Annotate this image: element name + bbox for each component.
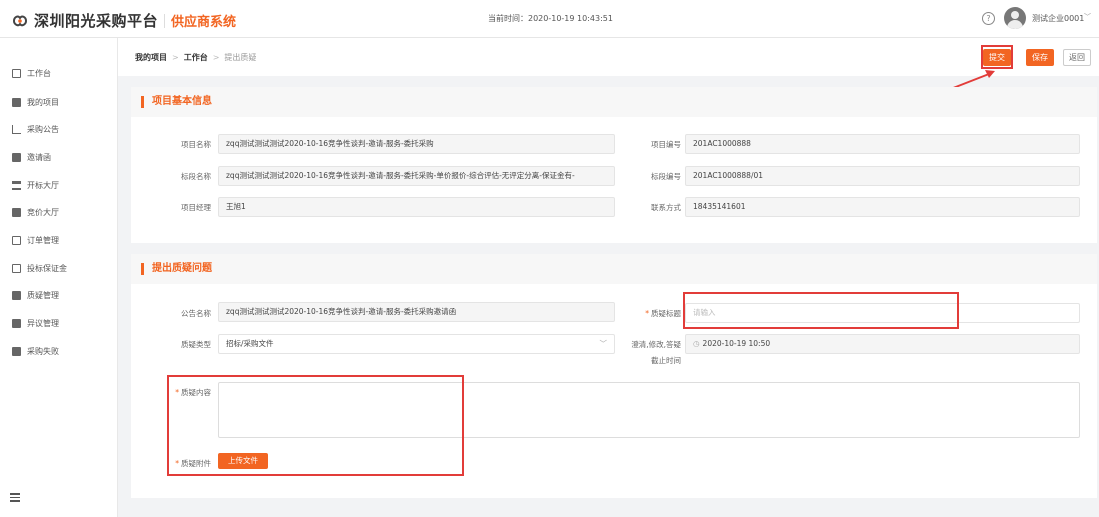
username[interactable]: 测试企业0001 bbox=[1032, 13, 1084, 24]
menu-collapse-icon[interactable] bbox=[10, 493, 20, 503]
sidebar-item-workbench[interactable]: 工作台 bbox=[12, 66, 51, 80]
manager-field: 王旭1 bbox=[218, 197, 615, 217]
breadcrumb-current: 提出质疑 bbox=[224, 53, 257, 62]
question-title-label: * 质疑标题 bbox=[621, 308, 681, 319]
question-title-label-text: 质疑标题 bbox=[651, 309, 681, 318]
cart-icon bbox=[12, 124, 21, 134]
deadline-field: ◷ 2020-10-19 10:50 bbox=[685, 334, 1080, 354]
gavel-icon bbox=[12, 207, 21, 217]
help-icon[interactable]: ? bbox=[982, 12, 995, 25]
monitor-icon bbox=[12, 68, 21, 78]
breadcrumb-workbench[interactable]: 工作台 bbox=[184, 53, 208, 62]
back-button[interactable]: 返回 bbox=[1063, 49, 1091, 66]
sidebar-item-bid-opening[interactable]: 开标大厅 bbox=[12, 178, 59, 192]
sidebar-item-label: 异议管理 bbox=[27, 318, 59, 328]
breadcrumb-my-projects[interactable]: 我的项目 bbox=[135, 53, 167, 62]
avatar[interactable] bbox=[1004, 7, 1026, 29]
project-name-label: 项目名称 bbox=[181, 140, 211, 149]
sidebar-item-label: 投标保证金 bbox=[27, 263, 67, 273]
highlight-box bbox=[167, 375, 464, 476]
logo[interactable]: 深圳阳光采购平台 供应商系统 bbox=[12, 10, 236, 31]
sidebar-item-label: 竞价大厅 bbox=[27, 207, 59, 217]
bank-icon bbox=[12, 180, 21, 190]
sidebar-item-label: 订单管理 bbox=[27, 235, 59, 245]
folder-icon bbox=[12, 97, 21, 107]
sidebar-item-invitations[interactable]: 邀请函 bbox=[12, 150, 51, 164]
panel-header: 项目基本信息 bbox=[131, 87, 1097, 117]
clock-icon: ◷ bbox=[693, 339, 700, 348]
manager-label: 项目经理 bbox=[181, 203, 211, 212]
logo-icon bbox=[12, 13, 28, 29]
app-title: 深圳阳光采购平台 bbox=[34, 12, 159, 30]
contact-field: 18435141601 bbox=[685, 197, 1080, 217]
fail-icon bbox=[12, 346, 21, 356]
sidebar-item-questions[interactable]: 质疑管理 bbox=[12, 288, 59, 302]
sidebar-item-label: 开标大厅 bbox=[27, 180, 59, 190]
project-name-field: zqq测试测试测试2020-10-16竞争性谈判-邀请-服务-委托采购 bbox=[218, 134, 615, 154]
question-type-label: 质疑类型 bbox=[181, 340, 211, 349]
sidebar-item-auction[interactable]: 竞价大厅 bbox=[12, 205, 59, 219]
sidebar-item-objections[interactable]: 异议管理 bbox=[12, 316, 59, 330]
sidebar-item-label: 邀请函 bbox=[27, 152, 51, 162]
sidebar-item-label: 质疑管理 bbox=[27, 290, 59, 300]
breadcrumb-separator: > bbox=[172, 53, 179, 62]
sidebar: 工作台 我的项目 采购公告 邀请函 开标大厅 竞价大厅 订单管理 投标保证金 质… bbox=[0, 38, 118, 517]
project-no-field: 201AC1000888 bbox=[685, 134, 1080, 154]
notice-name-field: zqq测试测试测试2020-10-16竞争性谈判-邀请-服务-委托采购邀请函 bbox=[218, 302, 615, 322]
mail-icon bbox=[12, 152, 21, 162]
project-no-label: 项目编号 bbox=[651, 140, 681, 149]
highlight-box bbox=[683, 292, 959, 329]
question-type-value: 招标/采购文件 bbox=[226, 339, 274, 348]
sidebar-item-label: 我的项目 bbox=[27, 97, 59, 107]
sidebar-item-orders[interactable]: 订单管理 bbox=[12, 233, 59, 247]
sidebar-item-announcements[interactable]: 采购公告 bbox=[12, 122, 59, 136]
sidebar-item-label: 工作台 bbox=[27, 68, 51, 78]
sidebar-item-my-projects[interactable]: 我的项目 bbox=[12, 95, 59, 109]
doc-icon bbox=[12, 290, 21, 300]
deadline-value: 2020-10-19 10:50 bbox=[702, 339, 771, 348]
panel-title: 提出质疑问题 bbox=[141, 263, 212, 275]
project-info-panel: 项目基本信息 项目名称 zqq测试测试测试2020-10-16竞争性谈判-邀请-… bbox=[131, 87, 1097, 243]
required-mark: * bbox=[645, 309, 649, 318]
logo-divider bbox=[164, 13, 166, 28]
section-no-label: 标段编号 bbox=[651, 172, 681, 181]
app-subtitle: 供应商系统 bbox=[171, 15, 237, 30]
order-icon bbox=[12, 235, 21, 245]
notice-name-label: 公告名称 bbox=[181, 309, 211, 318]
current-time: 当前时间：2020-10-19 10:43:51 bbox=[488, 14, 613, 23]
deadline-label-2: 截止时间 bbox=[651, 356, 681, 365]
save-button[interactable]: 保存 bbox=[1026, 49, 1054, 66]
panel-title: 项目基本信息 bbox=[141, 96, 212, 108]
breadcrumb-separator: > bbox=[212, 53, 220, 62]
section-name-label: 标段名称 bbox=[181, 172, 211, 181]
folder-icon bbox=[12, 318, 21, 328]
sidebar-item-deposit[interactable]: 投标保证金 bbox=[12, 261, 67, 275]
section-no-field: 201AC1000888/01 bbox=[685, 166, 1080, 186]
top-bar: 深圳阳光采购平台 供应商系统 当前时间：2020-10-19 10:43:51 … bbox=[0, 0, 1099, 38]
chevron-down-icon[interactable]: ﹀ bbox=[1084, 12, 1091, 22]
question-type-select[interactable]: 招标/采购文件 ﹀ bbox=[218, 334, 615, 354]
sidebar-item-failed[interactable]: 采购失败 bbox=[12, 344, 59, 358]
panel-header: 提出质疑问题 bbox=[131, 254, 1097, 284]
deadline-label: 澄清,修改,答疑 bbox=[631, 340, 681, 349]
sidebar-item-label: 采购公告 bbox=[27, 124, 59, 134]
sidebar-item-label: 采购失败 bbox=[27, 346, 59, 356]
shield-icon bbox=[12, 263, 21, 273]
breadcrumb: 我的项目 > 工作台 > 提出质疑 bbox=[135, 52, 256, 63]
contact-label: 联系方式 bbox=[651, 203, 681, 212]
section-name-field: zqq测试测试测试2020-10-16竞争性谈判-邀请-服务-委托采购-单价报价… bbox=[218, 166, 615, 186]
chevron-down-icon: ﹀ bbox=[599, 339, 608, 348]
